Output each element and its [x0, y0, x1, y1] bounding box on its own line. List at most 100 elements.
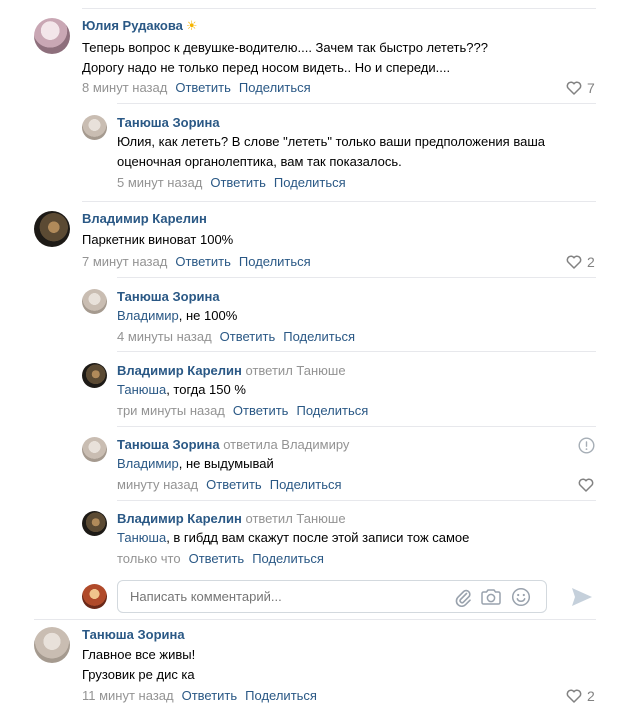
comment-line: Теперь вопрос к девушке-водителю.... Зач… [82, 40, 488, 55]
comment-meta: только что Ответить Поделиться [117, 551, 324, 566]
comment-input[interactable] [128, 588, 432, 605]
comment-author[interactable]: Владимир Карелин ответил Танюше [117, 511, 346, 526]
sun-emoji-icon: ☀ [185, 18, 198, 33]
reply-to-label[interactable]: ответил Танюше [246, 363, 346, 378]
share-link[interactable]: Поделиться [239, 254, 311, 269]
avatar[interactable] [34, 627, 70, 663]
report-button[interactable] [577, 436, 595, 454]
current-user-avatar[interactable] [82, 584, 107, 609]
comment-line: Главное все живы! [82, 647, 196, 662]
comment-author[interactable]: Владимир Карелин ответил Танюше [117, 363, 346, 378]
comment-time[interactable]: только что [117, 551, 181, 566]
comment-time[interactable]: 11 минут назад [82, 688, 174, 703]
comment-meta: 7 минут назад Ответить Поделиться [82, 254, 311, 269]
comment-text: Юлия, как лететь? В слове "лететь" тольк… [117, 132, 545, 172]
reply-link[interactable]: Ответить [206, 477, 262, 492]
comment-author[interactable]: Танюша Зорина [82, 627, 185, 642]
avatar[interactable] [82, 437, 107, 462]
comment-text: Теперь вопрос к девушке-водителю.... Зач… [82, 38, 488, 78]
comment-author[interactable]: Владимир Карелин [82, 211, 207, 226]
reply-link[interactable]: Ответить [175, 80, 231, 95]
paperclip-icon [455, 589, 471, 607]
heart-icon [566, 689, 582, 703]
like-count: 7 [587, 80, 595, 96]
comment-text: Танюша, тогда 150 % [117, 380, 246, 400]
reply-to-label[interactable]: ответила Владимиру [223, 437, 349, 452]
share-link[interactable]: Поделиться [270, 477, 342, 492]
reply-link[interactable]: Ответить [220, 329, 276, 344]
comment-time[interactable]: 4 минуты назад [117, 329, 212, 344]
avatar[interactable] [34, 18, 70, 54]
comment-line: оценочная органолептика, вам так показал… [117, 154, 402, 169]
photo-button[interactable] [479, 586, 503, 608]
divider [82, 201, 596, 202]
comment-time[interactable]: минуту назад [117, 477, 198, 492]
comment-meta: 11 минут назад Ответить Поделиться [82, 688, 317, 703]
avatar[interactable] [82, 363, 107, 388]
comment-text: Владимир, не 100% [117, 306, 237, 326]
comment-time[interactable]: три минуты назад [117, 403, 225, 418]
share-link[interactable]: Поделиться [245, 688, 317, 703]
divider [34, 619, 596, 620]
heart-icon [566, 255, 582, 269]
share-link[interactable]: Поделиться [274, 175, 346, 190]
comment-time[interactable]: 5 минут назад [117, 175, 202, 190]
comment-line: Дорогу надо не только перед носом видеть… [82, 60, 451, 75]
comment-composer[interactable] [117, 580, 547, 613]
divider [117, 277, 596, 278]
comment-body: , в гибдд вам скажут после этой записи т… [166, 530, 470, 545]
emoji-button[interactable] [510, 586, 532, 608]
reply-to-label[interactable]: ответил Танюше [246, 511, 346, 526]
comment-meta: 4 минуты назад Ответить Поделиться [117, 329, 355, 344]
mention-link[interactable]: Владимир [117, 308, 179, 323]
comment-text: Главное все живы! Грузовик ре дис ка [82, 645, 195, 685]
comment-body: , не 100% [178, 308, 238, 323]
mention-link[interactable]: Танюша [117, 382, 166, 397]
camera-icon [481, 589, 501, 605]
share-link[interactable]: Поделиться [252, 551, 324, 566]
heart-icon [566, 81, 582, 95]
divider [117, 426, 596, 427]
comment-body: , не выдумывай [178, 456, 274, 471]
avatar[interactable] [82, 289, 107, 314]
like-count: 2 [587, 688, 595, 704]
avatar[interactable] [34, 211, 70, 247]
comment-time[interactable]: 7 минут назад [82, 254, 167, 269]
comment-line: Юлия, как лететь? В слове "лететь" тольк… [117, 134, 545, 149]
reply-link[interactable]: Ответить [175, 254, 231, 269]
comment-author[interactable]: Юлия Рудакова ☀ [82, 18, 198, 34]
heart-icon [578, 478, 594, 492]
reply-link[interactable]: Ответить [233, 403, 289, 418]
like-button[interactable]: 2 [566, 688, 595, 704]
comment-body: , тогда 150 % [166, 382, 246, 397]
divider [82, 8, 596, 9]
like-count: 2 [587, 254, 595, 270]
comment-text: Танюша, в гибдд вам скажут после этой за… [117, 528, 469, 548]
mention-link[interactable]: Владимир [117, 456, 179, 471]
reply-link[interactable]: Ответить [189, 551, 245, 566]
send-button[interactable] [569, 585, 595, 609]
share-link[interactable]: Поделиться [239, 80, 311, 95]
attach-button[interactable] [452, 586, 474, 608]
comment-author[interactable]: Танюша Зорина [117, 289, 220, 304]
reply-link[interactable]: Ответить [182, 688, 238, 703]
comment-meta: 8 минут назад Ответить Поделиться [82, 80, 311, 95]
share-link[interactable]: Поделиться [283, 329, 355, 344]
comment-text: Владимир, не выдумывай [117, 454, 274, 474]
smiley-icon [511, 587, 531, 607]
reply-link[interactable]: Ответить [210, 175, 266, 190]
like-button[interactable]: 2 [566, 254, 595, 270]
comment-line: Паркетник виноват 100% [82, 232, 234, 247]
send-arrow-icon [572, 588, 592, 606]
share-link[interactable]: Поделиться [296, 403, 368, 418]
comment-author[interactable]: Танюша Зорина ответила Владимиру [117, 437, 349, 452]
avatar[interactable] [82, 115, 107, 140]
comment-author[interactable]: Танюша Зорина [117, 115, 220, 130]
like-button[interactable] [577, 477, 595, 493]
divider [117, 351, 596, 352]
comment-time[interactable]: 8 минут назад [82, 80, 167, 95]
avatar[interactable] [82, 511, 107, 536]
like-button[interactable]: 7 [566, 80, 595, 96]
comment-line: Грузовик ре дис ка [82, 667, 195, 682]
mention-link[interactable]: Танюша [117, 530, 166, 545]
